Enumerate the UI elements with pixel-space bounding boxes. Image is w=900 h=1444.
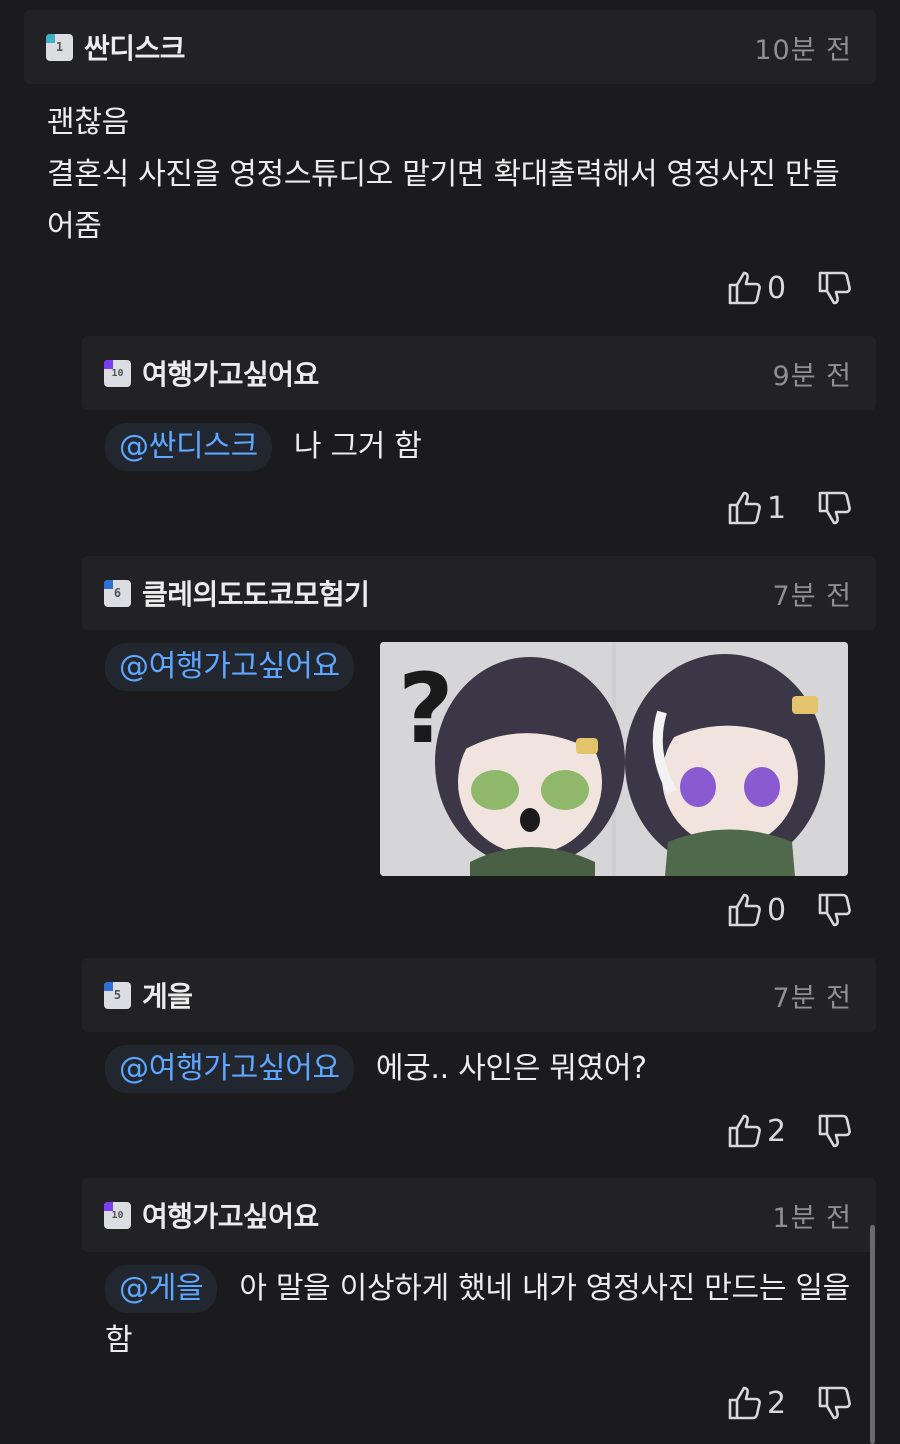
comment-author[interactable]: 게을	[142, 975, 193, 1015]
vote-bar: 2	[727, 1113, 851, 1149]
like-count: 1	[767, 490, 787, 526]
comment-text: @여행가고싶어요 에궁.. 사인은 뭐였어?	[105, 1043, 647, 1095]
level-badge-icon: 5	[104, 981, 131, 1009]
scrollbar[interactable]	[870, 1225, 875, 1444]
thumbs-down-icon[interactable]	[817, 490, 851, 526]
comment-sticker-image[interactable]: ?	[380, 642, 848, 876]
comment-time: 1분 전	[772, 1202, 852, 1234]
vote-bar: 0	[727, 270, 851, 306]
level-badge-icon: 10	[104, 359, 131, 387]
thumbs-up-icon[interactable]	[727, 892, 761, 928]
thumbs-down-icon[interactable]	[817, 270, 851, 306]
comment-time: 7분 전	[772, 580, 852, 612]
comment-text: @싼디스크 나 그거 함	[105, 421, 422, 473]
comment-header: 10 여행가고싶어요 1분 전	[82, 1178, 876, 1252]
thumbs-up-icon[interactable]	[727, 1385, 761, 1421]
comment-author[interactable]: 여행가고싶어요	[142, 353, 319, 393]
comment-time: 9분 전	[772, 360, 852, 392]
level-badge-icon: 1	[46, 33, 73, 61]
comment-author[interactable]: 싼디스크	[84, 27, 186, 67]
comment-time: 10분 전	[754, 34, 852, 66]
comment-author[interactable]: 여행가고싶어요	[142, 1195, 319, 1235]
mention-tag[interactable]: @여행가고싶어요	[105, 643, 354, 691]
thumbs-up-icon[interactable]	[727, 490, 761, 526]
thumbs-up-icon[interactable]	[727, 270, 761, 306]
thumbs-down-icon[interactable]	[817, 1113, 851, 1149]
like-count: 0	[767, 892, 787, 928]
comment-text: 괜찮음 결혼식 사진을 영정스튜디오 맡기면 확대출력해서 영정사진 만들 어줌	[47, 105, 840, 244]
like-count: 2	[767, 1113, 787, 1149]
level-badge-icon: 6	[104, 579, 131, 607]
level-badge-icon: 10	[104, 1201, 131, 1229]
mention-tag[interactable]: @게을	[105, 1265, 218, 1313]
comment-text: @여행가고싶어요	[105, 641, 376, 693]
vote-bar: 0	[727, 892, 851, 928]
comment-header: 10 여행가고싶어요 9분 전	[82, 336, 876, 410]
thumbs-down-icon[interactable]	[817, 1385, 851, 1421]
like-count: 2	[767, 1385, 787, 1421]
comment-time: 7분 전	[772, 982, 852, 1014]
thumbs-down-icon[interactable]	[817, 892, 851, 928]
comment-header: 6 클레의도도코모험기 7분 전	[82, 556, 876, 630]
vote-bar: 1	[727, 490, 851, 526]
mention-tag[interactable]: @여행가고싶어요	[105, 1045, 354, 1093]
comment-author[interactable]: 클레의도도코모험기	[142, 573, 370, 613]
like-count: 0	[767, 270, 787, 306]
mention-tag[interactable]: @싼디스크	[105, 423, 272, 471]
comment-header: 1 싼디스크 10분 전	[24, 10, 876, 84]
thumbs-up-icon[interactable]	[727, 1113, 761, 1149]
comment-text: @게을 아 말을 이상하게 했네 내가 영정사진 만드는 일을 함	[105, 1263, 850, 1367]
vote-bar: 2	[727, 1385, 851, 1421]
comment-header: 5 게을 7분 전	[82, 958, 876, 1032]
